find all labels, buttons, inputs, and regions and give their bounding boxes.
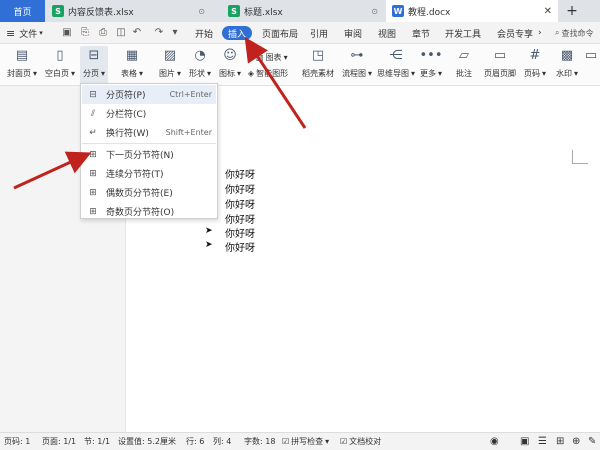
status-section: 节: 1/1 <box>84 436 111 446</box>
status-page: 页码: 1 <box>4 436 31 446</box>
arrow-to-next-page-section-break <box>13 151 92 190</box>
proofread-button[interactable]: ☑ 文档校对 <box>340 432 381 450</box>
reading-view-icon[interactable]: ⊞ <box>556 432 564 450</box>
spell-check-icon: ☑ <box>282 436 290 446</box>
page-view-icon[interactable]: ▣ <box>520 432 529 450</box>
spell-check-button[interactable]: ☑ 拼写检查 ▾ <box>282 432 329 450</box>
status-setting-value[interactable]: 设置值: 5.2厘米 <box>118 432 176 450</box>
outline-view-icon[interactable]: ☰ <box>538 432 547 450</box>
status-col: 列: 4 <box>213 436 232 446</box>
edit-view-icon[interactable]: ✎ <box>588 432 596 450</box>
arrow-to-insert-menu <box>244 36 307 129</box>
status-row: 行: 6 <box>186 436 205 446</box>
annotation-arrows <box>13 36 307 190</box>
status-pages: 页面: 1/1 <box>42 436 77 446</box>
proofread-icon: ☑ <box>340 436 348 446</box>
eye-protection-icon[interactable]: ◉ <box>490 432 499 450</box>
status-word-count[interactable]: 字数: 18 <box>244 432 275 450</box>
web-view-icon[interactable]: ⊕ <box>572 432 580 450</box>
